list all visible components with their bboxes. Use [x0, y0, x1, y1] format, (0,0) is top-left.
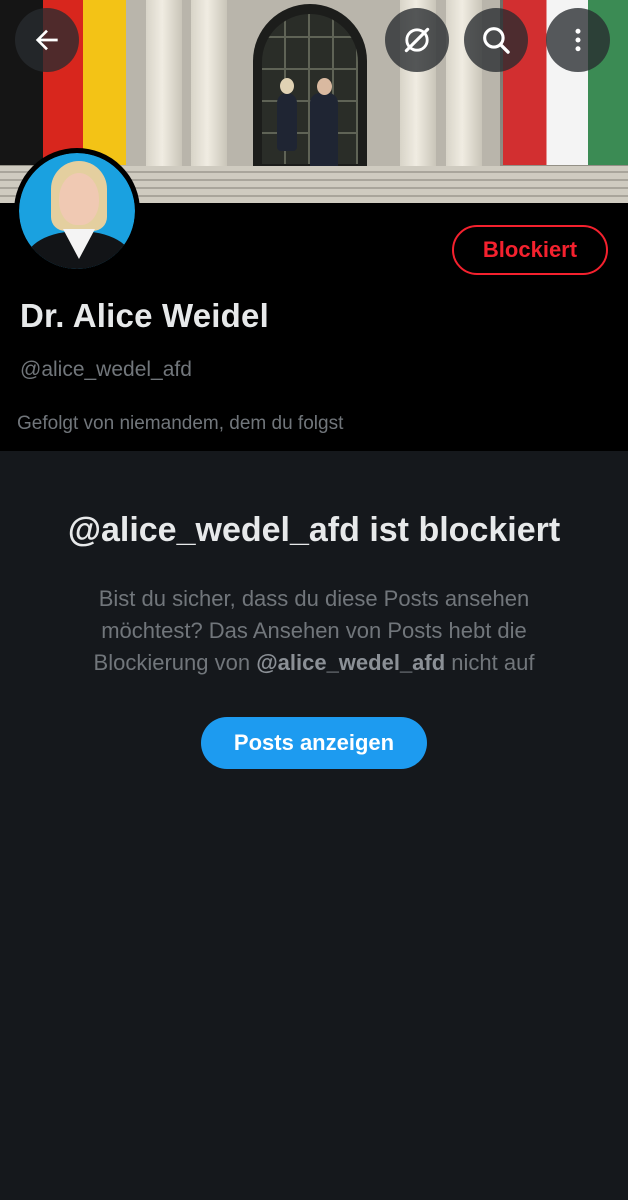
profile-page: Blockiert Dr. Alice Weidel @alice_wedel_… [0, 0, 628, 1200]
blocked-description-handle: @alice_wedel_afd [256, 650, 446, 675]
blocked-notice: @alice_wedel_afd ist blockiert Bist du s… [0, 451, 628, 1200]
banner-person-left [277, 93, 297, 151]
banner-column [146, 0, 182, 180]
blocked-button[interactable]: Blockiert [452, 225, 608, 275]
more-button[interactable] [546, 8, 610, 72]
banner-column [191, 0, 227, 180]
banner-person-right-head [317, 78, 332, 95]
banner-person-left-head [280, 78, 294, 94]
blocked-title: @alice_wedel_afd ist blockiert [67, 511, 561, 549]
followed-by-text[interactable]: Gefolgt von niemandem, dem du folgst [17, 413, 343, 435]
back-button[interactable] [15, 8, 79, 72]
avatar-image [19, 153, 135, 269]
search-button[interactable] [464, 8, 528, 72]
show-posts-button[interactable]: Posts anzeigen [201, 717, 427, 769]
avatar-face [59, 173, 99, 225]
display-name: Dr. Alice Weidel [20, 297, 269, 334]
profile-handle: @alice_wedel_afd [20, 358, 192, 381]
grok-icon [400, 23, 434, 57]
grok-button[interactable] [385, 8, 449, 72]
search-icon [479, 23, 513, 57]
blocked-description: Bist du sicher, dass du diese Posts anse… [50, 583, 578, 679]
arrow-left-icon [31, 24, 63, 56]
avatar[interactable] [14, 148, 140, 274]
more-vertical-icon [563, 25, 593, 55]
blocked-description-suffix: nicht auf [445, 650, 535, 675]
